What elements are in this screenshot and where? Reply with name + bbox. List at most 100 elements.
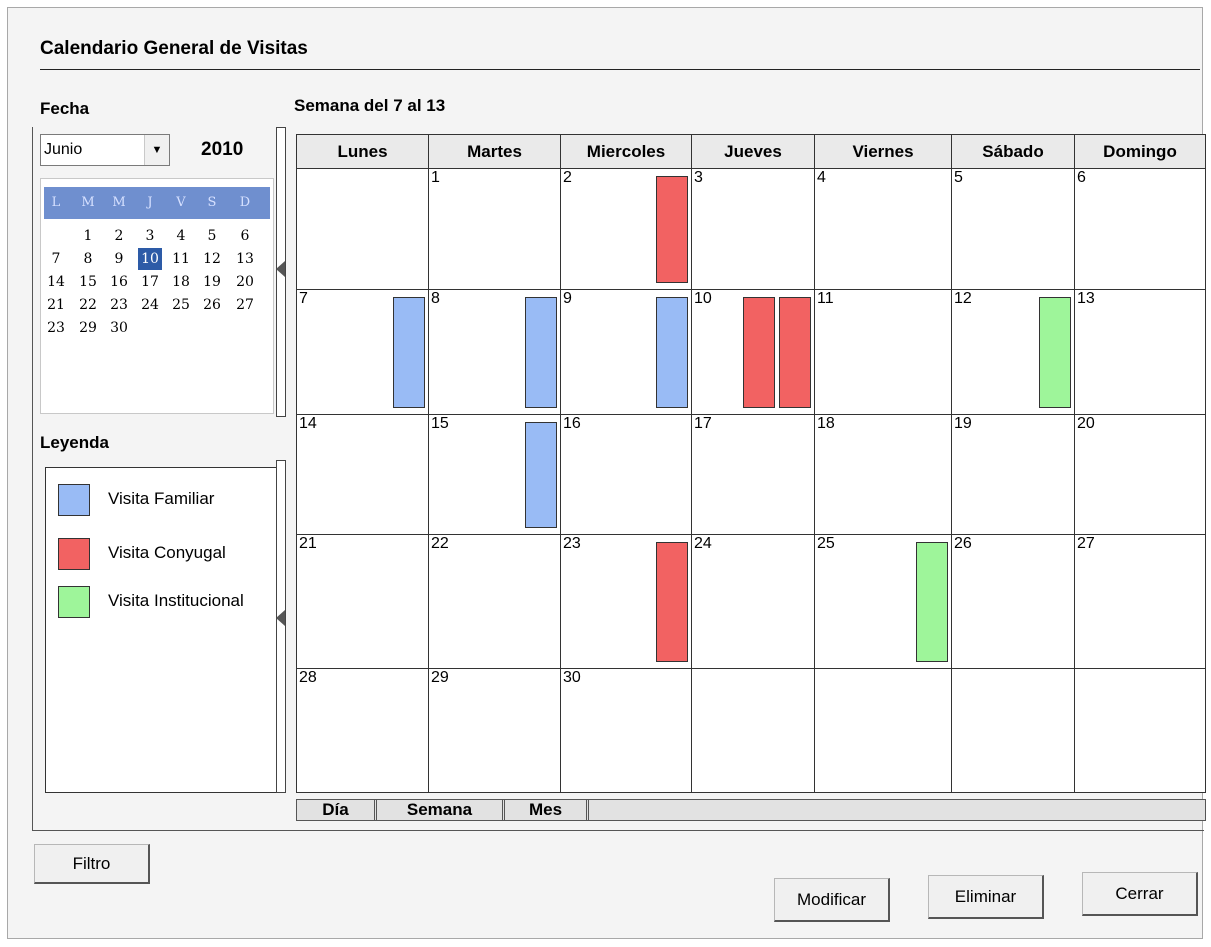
mini-calendar-weekday: J <box>147 195 153 210</box>
calendar-day-cell[interactable] <box>952 669 1075 793</box>
calendar-day-cell[interactable]: 28 <box>297 669 429 793</box>
mini-calendar-weekday: L <box>51 195 61 210</box>
chevron-down-icon[interactable]: ▼ <box>144 135 169 165</box>
mini-calendar-day[interactable]: 9 <box>107 248 131 270</box>
calendar-day-cell[interactable]: 26 <box>952 535 1075 669</box>
mini-calendar-day[interactable]: 8 <box>76 248 100 270</box>
calendar-day-cell[interactable]: 25 <box>815 535 952 669</box>
calendar-day-cell[interactable]: 7 <box>297 290 429 415</box>
calendar-day-cell[interactable]: 23 <box>561 535 692 669</box>
mini-calendar-day[interactable]: 27 <box>233 294 257 316</box>
calendar-day-cell[interactable]: 4 <box>815 169 952 290</box>
calendar-day-cell[interactable]: 13 <box>1075 290 1206 415</box>
calendar-day-cell[interactable]: 15 <box>429 415 561 535</box>
mini-calendar-day[interactable]: 30 <box>107 317 131 339</box>
calendar-day-cell[interactable]: 9 <box>561 290 692 415</box>
mini-calendar-day[interactable]: 26 <box>200 294 224 316</box>
collapse-arrow-icon[interactable] <box>276 610 285 626</box>
tab-dia[interactable]: Día <box>297 800 377 820</box>
calendar-day-number: 16 <box>563 415 581 432</box>
calendar-day-cell[interactable]: 22 <box>429 535 561 669</box>
calendar-day-number: 15 <box>431 415 449 432</box>
event-block[interactable] <box>393 297 425 408</box>
mini-calendar-day[interactable]: 13 <box>233 248 257 270</box>
calendar-day-cell[interactable]: 3 <box>692 169 815 290</box>
calendar-day-cell[interactable]: 11 <box>815 290 952 415</box>
mini-calendar-day[interactable]: 23 <box>44 317 68 339</box>
calendar-day-cell[interactable]: 16 <box>561 415 692 535</box>
event-block[interactable] <box>743 297 775 408</box>
calendar-day-cell[interactable]: 19 <box>952 415 1075 535</box>
calendar-day-number: 25 <box>817 535 835 552</box>
day-header: Jueves <box>692 135 815 169</box>
calendar-day-cell[interactable] <box>815 669 952 793</box>
mini-calendar-day[interactable]: 22 <box>76 294 100 316</box>
event-block[interactable] <box>1039 297 1071 408</box>
mini-calendar-day[interactable]: 14 <box>44 271 68 293</box>
mini-calendar-day[interactable]: 25 <box>169 294 193 316</box>
month-select[interactable]: Junio ▼ <box>40 134 170 166</box>
mini-calendar-day[interactable]: 18 <box>169 271 193 293</box>
mini-calendar-day[interactable]: 7 <box>44 248 68 270</box>
calendar-day-cell[interactable] <box>297 169 429 290</box>
modify-button[interactable]: Modificar <box>774 878 890 922</box>
calendar-day-cell[interactable]: 8 <box>429 290 561 415</box>
calendar-day-number: 18 <box>817 415 835 432</box>
mini-calendar-day[interactable]: 5 <box>200 225 224 247</box>
mini-calendar-day[interactable]: 11 <box>169 248 193 270</box>
collapse-arrow-icon[interactable] <box>276 261 285 277</box>
calendar-day-cell[interactable]: 1 <box>429 169 561 290</box>
calendar-day-cell[interactable]: 10 <box>692 290 815 415</box>
mini-calendar-day[interactable]: 3 <box>138 225 162 247</box>
mini-calendar-day[interactable]: 6 <box>233 225 257 247</box>
tab-mes[interactable]: Mes <box>505 800 589 820</box>
event-block[interactable] <box>525 422 557 528</box>
mini-calendar-day[interactable]: 16 <box>107 271 131 293</box>
mini-calendar-day[interactable]: 23 <box>107 294 131 316</box>
calendar-day-number: 13 <box>1077 290 1095 307</box>
calendar-day-cell[interactable]: 21 <box>297 535 429 669</box>
event-block[interactable] <box>916 542 948 662</box>
tab-semana[interactable]: Semana <box>377 800 505 820</box>
calendar-day-cell[interactable]: 6 <box>1075 169 1206 290</box>
mini-calendar-day[interactable]: 10 <box>137 247 163 271</box>
calendar-day-cell[interactable]: 20 <box>1075 415 1206 535</box>
mini-calendar-day[interactable]: 15 <box>76 271 100 293</box>
calendar-day-cell[interactable]: 29 <box>429 669 561 793</box>
mini-calendar-day[interactable]: 19 <box>200 271 224 293</box>
calendar-day-cell[interactable]: 17 <box>692 415 815 535</box>
mini-calendar-day[interactable]: 17 <box>138 271 162 293</box>
mini-calendar-day[interactable]: 12 <box>200 248 224 270</box>
calendar-day-cell[interactable]: 30 <box>561 669 692 793</box>
mini-calendar-day[interactable]: 29 <box>76 317 100 339</box>
event-block[interactable] <box>779 297 811 408</box>
filter-button[interactable]: Filtro <box>34 844 150 884</box>
mini-calendar-day[interactable]: 24 <box>138 294 162 316</box>
mini-calendar-day[interactable]: 2 <box>107 225 131 247</box>
event-block[interactable] <box>525 297 557 408</box>
calendar-day-cell[interactable]: 2 <box>561 169 692 290</box>
calendar-day-number: 21 <box>299 535 317 552</box>
calendar-day-cell[interactable]: 27 <box>1075 535 1206 669</box>
mini-calendar-day[interactable]: 20 <box>233 271 257 293</box>
event-block[interactable] <box>656 176 688 283</box>
delete-button[interactable]: Eliminar <box>928 875 1044 919</box>
legend-scrollbar[interactable] <box>276 460 286 793</box>
event-block[interactable] <box>656 297 688 408</box>
calendar-day-number: 11 <box>817 290 834 307</box>
calendar-day-cell[interactable]: 5 <box>952 169 1075 290</box>
calendar-day-cell[interactable] <box>1075 669 1206 793</box>
mini-calendar-day[interactable]: 4 <box>169 225 193 247</box>
close-button[interactable]: Cerrar <box>1082 872 1198 916</box>
calendar-day-cell[interactable]: 24 <box>692 535 815 669</box>
calendar-day-number: 20 <box>1077 415 1095 432</box>
calendar-day-cell[interactable]: 18 <box>815 415 952 535</box>
calendar-day-cell[interactable]: 12 <box>952 290 1075 415</box>
calendar-day-number: 14 <box>299 415 317 432</box>
calendar-day-number: 28 <box>299 669 317 686</box>
calendar-day-cell[interactable] <box>692 669 815 793</box>
mini-calendar-day[interactable]: 21 <box>44 294 68 316</box>
calendar-day-cell[interactable]: 14 <box>297 415 429 535</box>
event-block[interactable] <box>656 542 688 662</box>
mini-calendar-day[interactable]: 1 <box>76 225 100 247</box>
